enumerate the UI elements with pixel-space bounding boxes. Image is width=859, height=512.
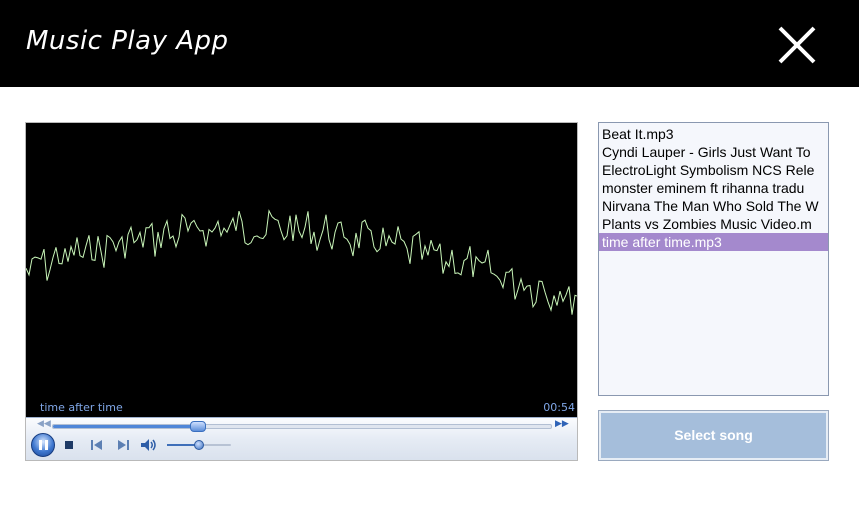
playlist-item[interactable]: ElectroLight Symbolism NCS Rele: [599, 161, 828, 179]
playlist-item[interactable]: Plants vs Zombies Music Video.m: [599, 215, 828, 233]
playlist[interactable]: Beat It.mp3 Cyndi Lauper - Girls Just Wan…: [598, 122, 829, 396]
pause-icon-bar: [45, 440, 48, 450]
stop-button[interactable]: [65, 441, 73, 449]
pause-button[interactable]: [31, 433, 55, 457]
seek-progress: [53, 425, 198, 428]
waveform-line: [26, 209, 577, 315]
close-icon: [778, 26, 816, 64]
elapsed-time: 00:54: [543, 401, 575, 414]
playlist-item[interactable]: Nirvana The Man Who Sold The W: [599, 197, 828, 215]
playlist-item-selected[interactable]: time after time.mp3: [599, 233, 828, 251]
pause-icon: [39, 440, 42, 450]
seek-bar[interactable]: [52, 421, 552, 432]
volume-slider[interactable]: [167, 440, 231, 450]
media-player: time after time 00:54 ◀◀ ▶▶: [25, 122, 578, 461]
next-track-icon[interactable]: [116, 439, 130, 451]
waveform-visualizer: [26, 209, 577, 315]
seek-thumb[interactable]: [190, 421, 207, 432]
playlist-item[interactable]: Beat It.mp3: [599, 125, 828, 143]
now-playing-title: time after time: [40, 401, 123, 414]
select-song-button[interactable]: Select song: [598, 410, 829, 461]
volume-icon[interactable]: [140, 438, 158, 452]
playlist-item[interactable]: monster eminem ft rihanna tradu: [599, 179, 828, 197]
app-title: Music Play App: [26, 26, 229, 56]
fast-forward-icon[interactable]: ▶▶: [555, 419, 569, 429]
volume-thumb[interactable]: [194, 440, 204, 450]
title-bar: Music Play App: [0, 0, 859, 87]
rewind-icon[interactable]: ◀◀: [37, 419, 51, 429]
playlist-item[interactable]: Cyndi Lauper - Girls Just Want To: [599, 143, 828, 161]
close-button[interactable]: [776, 24, 818, 66]
transport-controls: ◀◀ ▶▶: [26, 417, 577, 460]
previous-track-icon[interactable]: [90, 439, 104, 451]
